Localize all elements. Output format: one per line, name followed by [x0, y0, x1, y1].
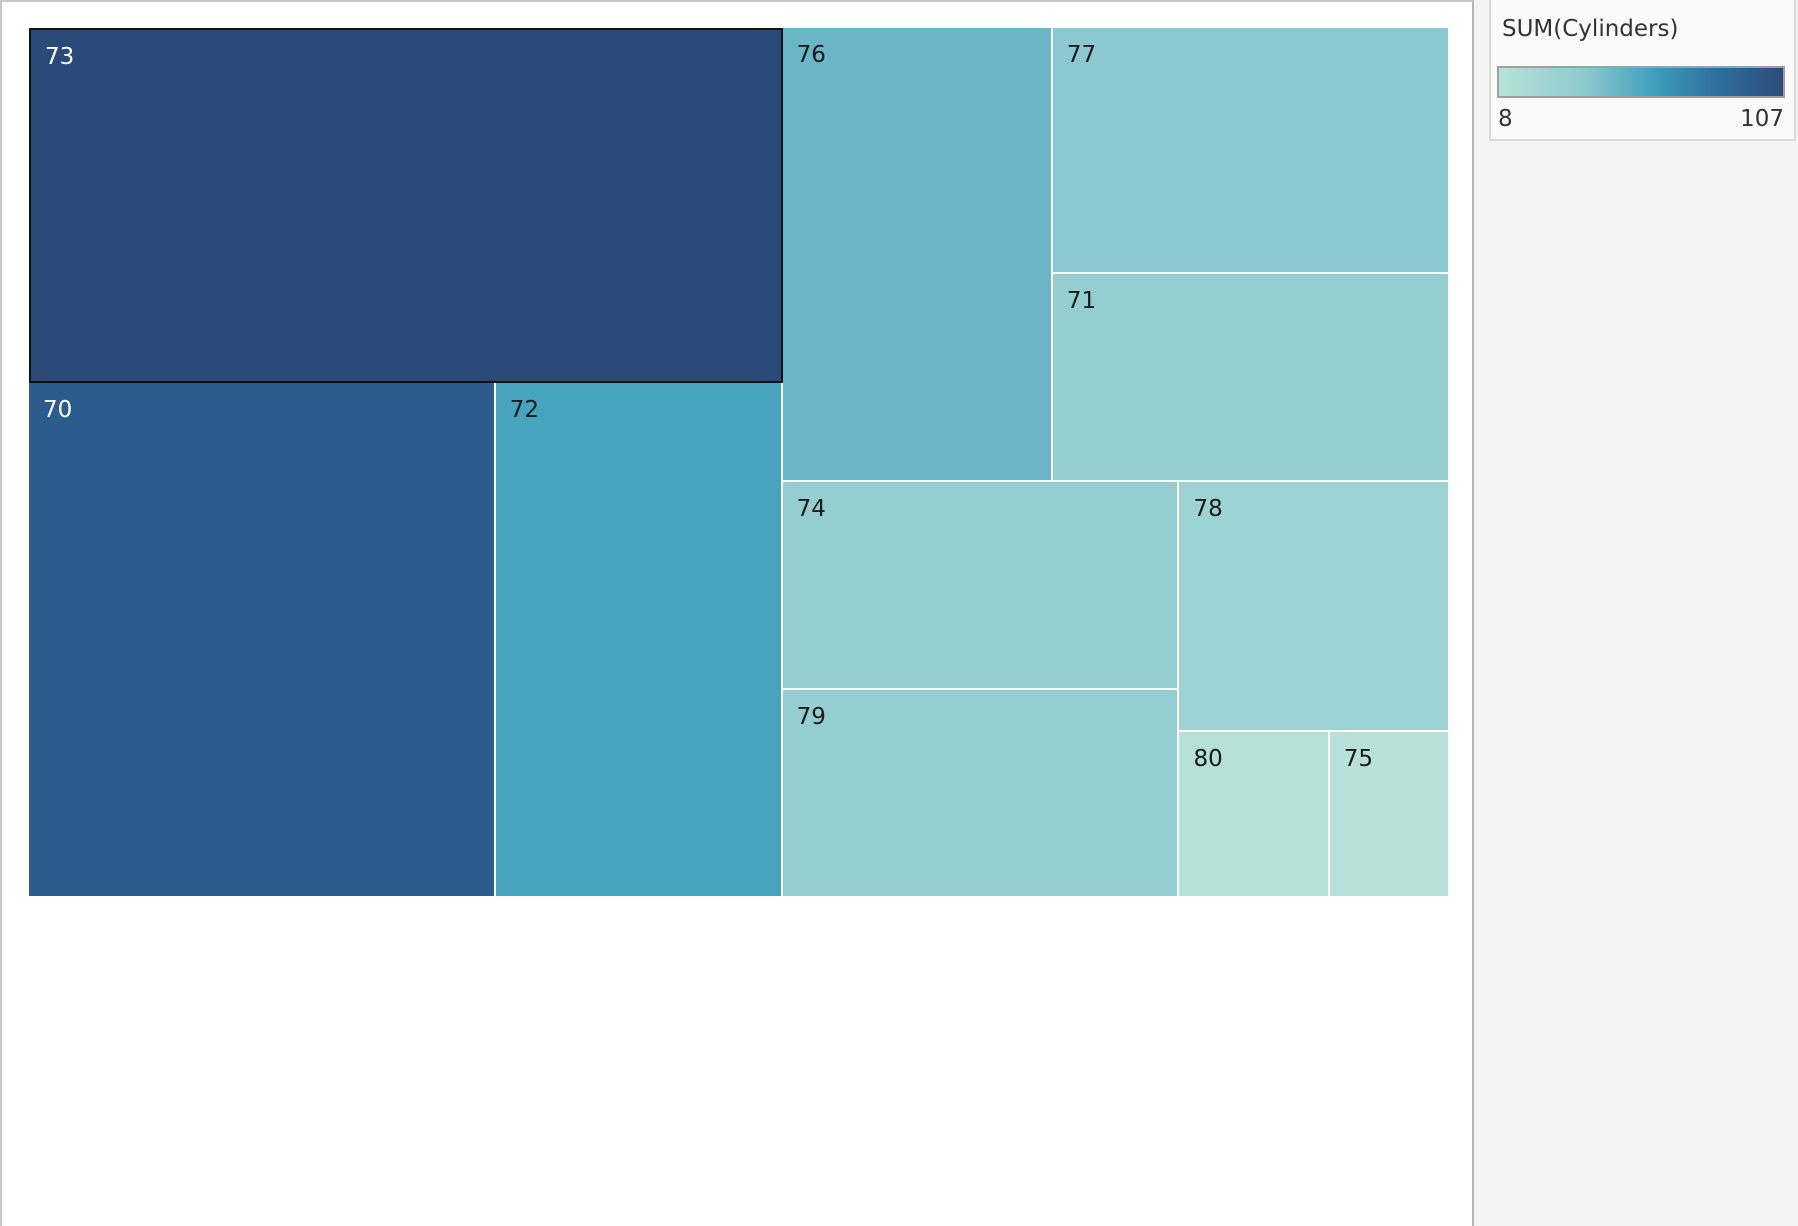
- treemap-tile-label: 75: [1343, 745, 1374, 772]
- treemap-tile-78[interactable]: 78: [1179, 481, 1450, 732]
- treemap-tile-79[interactable]: 79: [782, 689, 1180, 898]
- treemap-tile-label: 73: [45, 44, 75, 70]
- treemap-tile-72[interactable]: 72: [495, 383, 783, 898]
- treemap-tile-label: 79: [796, 703, 826, 730]
- treemap-tile-75[interactable]: 75: [1329, 731, 1450, 898]
- legend-panel: [1474, 0, 1798, 1226]
- treemap-tile-label: 76: [796, 42, 826, 68]
- treemap-tile-label: 71: [1066, 287, 1097, 314]
- color-ramp: [1497, 66, 1785, 98]
- legend-title: SUM(Cylinders): [1502, 16, 1679, 42]
- treemap-tile-label: 77: [1066, 42, 1097, 68]
- treemap-tile-70[interactable]: 70: [29, 383, 496, 898]
- treemap-tile-label: 70: [43, 397, 73, 424]
- legend-max-label: 107: [1740, 106, 1784, 132]
- treemap-tile-label: 80: [1193, 745, 1223, 772]
- treemap-tile-76[interactable]: 76: [782, 28, 1053, 482]
- treemap-tile-label: 78: [1193, 495, 1223, 522]
- treemap-tile-77[interactable]: 77: [1052, 28, 1450, 274]
- treemap-tile-71[interactable]: 71: [1052, 273, 1450, 482]
- treemap-tile-label: 72: [509, 397, 540, 424]
- treemap-tile-80[interactable]: 80: [1179, 731, 1330, 898]
- treemap-tile-label: 74: [796, 495, 826, 522]
- treemap-chart: 73 70 72 76 77 71 74 79 78 80 75: [29, 28, 1450, 898]
- treemap-tile-74[interactable]: 74: [782, 481, 1180, 690]
- treemap-tile-73[interactable]: 73: [29, 28, 783, 384]
- legend-min-label: 8: [1498, 106, 1513, 132]
